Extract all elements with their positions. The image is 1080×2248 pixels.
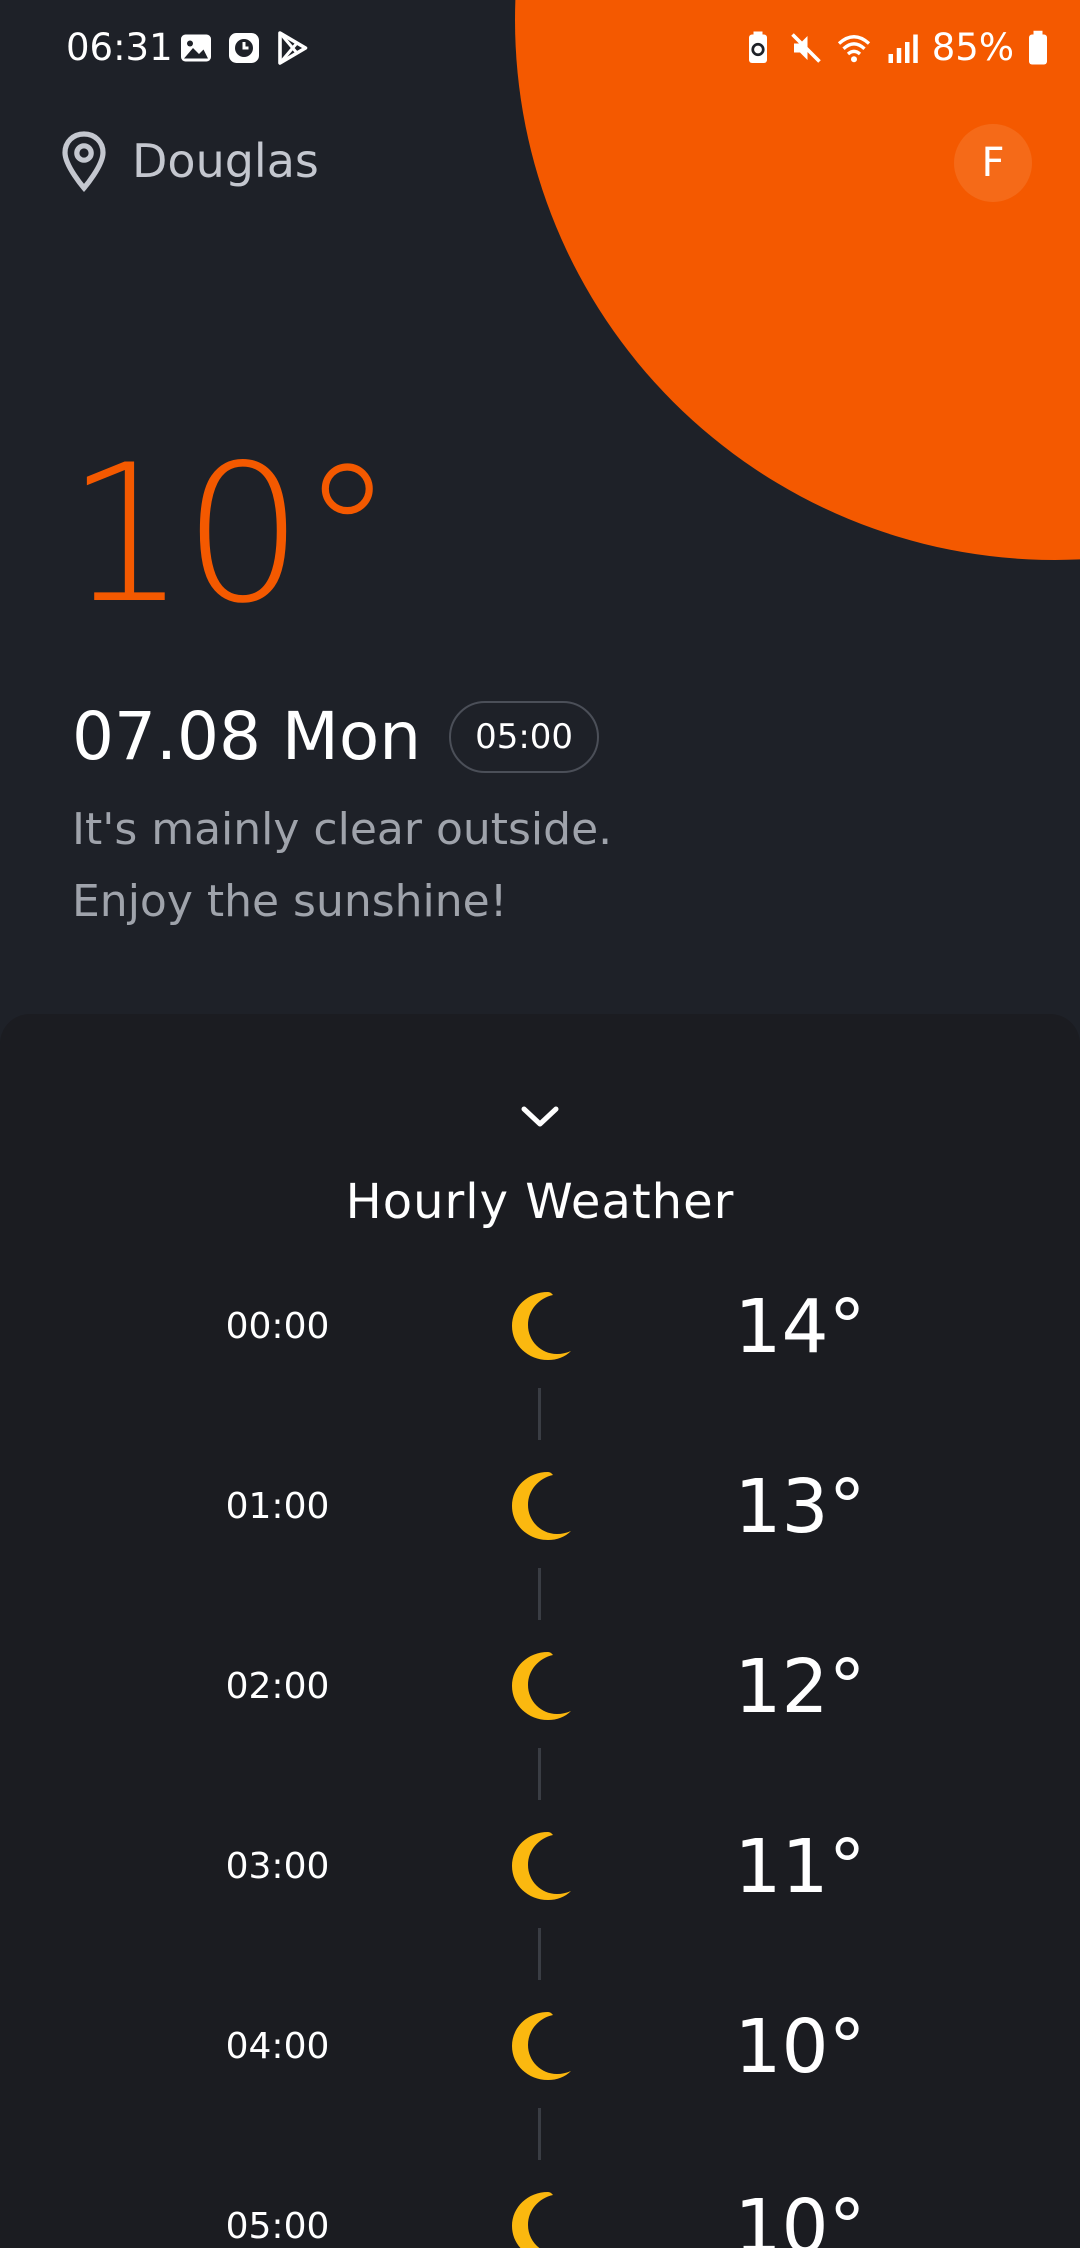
location-pin-icon — [62, 131, 106, 192]
current-time-badge: 05:00 — [449, 700, 600, 773]
hourly-row: 04:00 10° — [0, 1996, 1080, 2096]
hourly-row: 05:00 10° — [0, 2176, 1080, 2248]
hourly-time: 05:00 — [225, 2206, 330, 2247]
battery-percent: 85% — [931, 26, 1014, 69]
moon-icon — [504, 1828, 576, 1904]
hourly-temperature: 13° — [734, 1464, 866, 1550]
gallery-icon — [181, 34, 211, 62]
chevron-down-icon[interactable] — [518, 1102, 562, 1132]
timeline-connector — [538, 1928, 541, 1980]
timeline-connector — [538, 1388, 541, 1440]
wifi-icon — [837, 34, 870, 62]
system-icons: 85% — [740, 26, 1050, 69]
current-date: 07.08 Mon — [72, 698, 422, 775]
hourly-temperature: 14° — [734, 1284, 866, 1370]
moon-icon — [504, 2008, 576, 2084]
mute-icon — [790, 32, 821, 63]
hourly-time: 02:00 — [225, 1666, 330, 1707]
hourly-row: 01:00 13° — [0, 1456, 1080, 1556]
hourly-time: 01:00 — [225, 1486, 330, 1527]
weather-description-line1: It's mainly clear outside. — [72, 804, 613, 855]
hourly-time: 04:00 — [225, 2026, 330, 2067]
hourly-row: 00:00 14° — [0, 1276, 1080, 1376]
timeline-connector — [538, 2108, 541, 2160]
status-bar: 06:31 85% — [0, 0, 1080, 100]
hourly-time: 00:00 — [225, 1306, 330, 1347]
location[interactable]: Douglas — [60, 130, 319, 192]
clock-icon — [229, 33, 259, 63]
current-temperature: 10° — [66, 424, 395, 645]
timeline-connector — [538, 1568, 541, 1620]
weather-screen: 06:31 85% Douglas F 10° 07.08 Mon 05:00 … — [0, 0, 1080, 2248]
location-name: Douglas — [132, 134, 319, 188]
play-store-icon — [278, 31, 308, 65]
moon-icon — [504, 1468, 576, 1544]
moon-icon — [504, 2188, 576, 2248]
hourly-time: 03:00 — [225, 1846, 330, 1887]
battery-icon — [1029, 30, 1047, 64]
battery-saver-icon — [748, 31, 767, 63]
hourly-temperature: 11° — [734, 1824, 866, 1910]
hourly-temperature: 10° — [734, 2004, 866, 2090]
hourly-temperature: 12° — [734, 1644, 866, 1730]
hourly-temperature: 10° — [734, 2184, 866, 2248]
hourly-row: 03:00 11° — [0, 1816, 1080, 1916]
status-time: 06:31 — [66, 26, 173, 69]
moon-icon — [504, 1648, 576, 1724]
moon-icon — [504, 1288, 576, 1364]
hourly-row: 02:00 12° — [0, 1636, 1080, 1736]
hourly-title: Hourly Weather — [345, 1174, 735, 1230]
profile-avatar[interactable]: F — [954, 124, 1032, 202]
signal-icon — [888, 34, 918, 63]
date-row: 07.08 Mon 05:00 — [72, 698, 600, 775]
weather-description-line2: Enjoy the sunshine! — [72, 876, 508, 927]
notification-icons — [178, 30, 310, 66]
timeline-connector — [538, 1748, 541, 1800]
